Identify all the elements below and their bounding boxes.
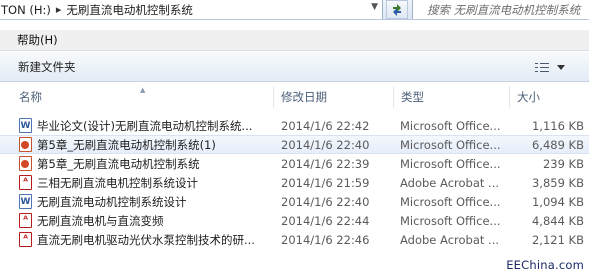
file-size: 3,859 KB [531,175,584,190]
column-header-date[interactable]: 修改日期 [274,86,394,108]
file-row[interactable]: 直流无刷电机驱动光伏水泵控制技术的研... 2014/1/6 22:46 Ado… [0,230,589,249]
refresh-button[interactable] [386,0,408,19]
file-date: 2014/1/6 22:40 [281,194,370,209]
file-row[interactable]: 三相无刷直流电机控制系统设计 2014/1/6 21:59 Adobe Acro… [0,173,589,192]
file-row[interactable]: 毕业论文(设计)无刷直流电动机控制系统... 2014/1/6 22:42 Mi… [0,116,589,135]
file-name-cell: 直流无刷电机驱动光伏水泵控制技术的研... [0,232,274,248]
file-type: Adobe Acrobat ... [400,232,500,247]
watermark-logo: EEChina.com [506,258,584,272]
address-dropdown-icon[interactable]: ▼ [371,2,378,12]
address-bar[interactable]: TON (H:) ▸ 无刷直流电动机控制系统 ▼ [0,0,383,19]
file-size: 1,116 KB [531,118,584,133]
search-placeholder: 搜索 无刷直流电动机控制系统 [427,2,581,17]
file-name: 无刷直流电机与直流变频 [37,213,164,228]
menu-bar: 帮助(H) [0,30,589,51]
view-dropdown-icon[interactable] [557,64,565,70]
pdf-document-icon [19,232,32,247]
file-size: 239 KB [542,156,584,171]
column-header-size-label: 大小 [517,90,540,104]
file-name: 第5章_无刷直流电动机控制系统(1) [37,137,216,152]
refresh-icon [393,3,401,16]
word-document-icon [19,194,32,209]
word-document-icon [19,118,32,133]
column-header-size[interactable]: 大小 [510,86,589,108]
file-row-selected[interactable]: 第5章_无刷直流电动机控制系统(1) 2014/1/6 22:40 Micros… [0,135,589,154]
file-name: 第5章_无刷直流电动机控制系统 [37,156,200,171]
file-date: 2014/1/6 22:46 [281,232,370,247]
file-size: 4,844 KB [531,213,584,228]
file-type: Microsoft Office... [400,137,501,152]
breadcrumb-folder[interactable]: 无刷直流电动机控制系统 [66,2,193,18]
details-view-icon [535,62,549,73]
file-name-cell: 第5章_无刷直流电动机控制系统(1) [0,137,274,153]
file-row[interactable]: 无刷直流电动机控制系统设计 2014/1/6 22:40 Microsoft O… [0,192,589,211]
powerpoint-document-icon [19,137,32,152]
breadcrumb-separator-icon[interactable]: ▸ [56,3,62,16]
column-header-date-label: 修改日期 [281,90,327,104]
column-header-row: 名称 ▲ 修改日期 类型 大小 [0,86,589,108]
pdf-document-icon [19,175,32,190]
pdf-document-icon [19,213,32,228]
change-view-button[interactable] [535,58,579,76]
file-type: Microsoft Office... [400,194,501,209]
new-folder-button[interactable]: 新建文件夹 [18,59,76,75]
search-input[interactable]: 搜索 无刷直流电动机控制系统 [412,0,589,19]
file-name-cell: 第5章_无刷直流电动机控制系统 [0,156,274,172]
powerpoint-document-icon [19,156,32,171]
file-date: 2014/1/6 22:39 [281,156,370,171]
file-name-cell: 毕业论文(设计)无刷直流电动机控制系统... [0,118,274,134]
column-header-name[interactable]: 名称 ▲ [0,86,274,108]
breadcrumb-drive[interactable]: TON (H:) [1,3,51,17]
file-type: Adobe Acrobat ... [400,175,500,190]
column-header-name-label: 名称 [19,90,42,104]
file-name: 无刷直流电动机控制系统设计 [37,194,187,209]
file-list: 毕业论文(设计)无刷直流电动机控制系统... 2014/1/6 22:42 Mi… [0,116,589,249]
file-row[interactable]: 无刷直流电机与直流变频 2014/1/6 22:44 Microsoft Off… [0,211,589,230]
file-name: 毕业论文(设计)无刷直流电动机控制系统... [37,118,253,133]
file-date: 2014/1/6 22:42 [281,118,370,133]
file-type: Microsoft Office... [400,156,501,171]
address-strip: TON (H:) ▸ 无刷直流电动机控制系统 ▼ 搜索 无刷直流电动机控制系统 [0,0,589,20]
file-date: 2014/1/6 22:44 [281,213,370,228]
column-header-type-label: 类型 [401,90,424,104]
file-row[interactable]: 第5章_无刷直流电动机控制系统 2014/1/6 22:39 Microsoft… [0,154,589,173]
file-name-cell: 无刷直流电动机控制系统设计 [0,194,274,210]
file-date: 2014/1/6 22:40 [281,137,370,152]
file-type: Microsoft Office... [400,118,501,133]
file-size: 6,489 KB [531,137,584,152]
file-name-cell: 三相无刷直流电机控制系统设计 [0,175,274,191]
command-toolbar: 新建文件夹 [0,52,589,82]
file-name-cell: 无刷直流电机与直流变频 [0,213,274,229]
file-size: 2,121 KB [531,232,584,247]
file-name: 三相无刷直流电机控制系统设计 [37,175,198,190]
menu-help[interactable]: 帮助(H) [0,32,64,48]
file-type: Microsoft Office... [400,213,501,228]
file-name: 直流无刷电机驱动光伏水泵控制技术的研... [37,232,255,247]
sort-ascending-icon: ▲ [140,86,146,94]
file-date: 2014/1/6 21:59 [281,175,370,190]
file-size: 1,094 KB [531,194,584,209]
column-header-type[interactable]: 类型 [394,86,510,108]
